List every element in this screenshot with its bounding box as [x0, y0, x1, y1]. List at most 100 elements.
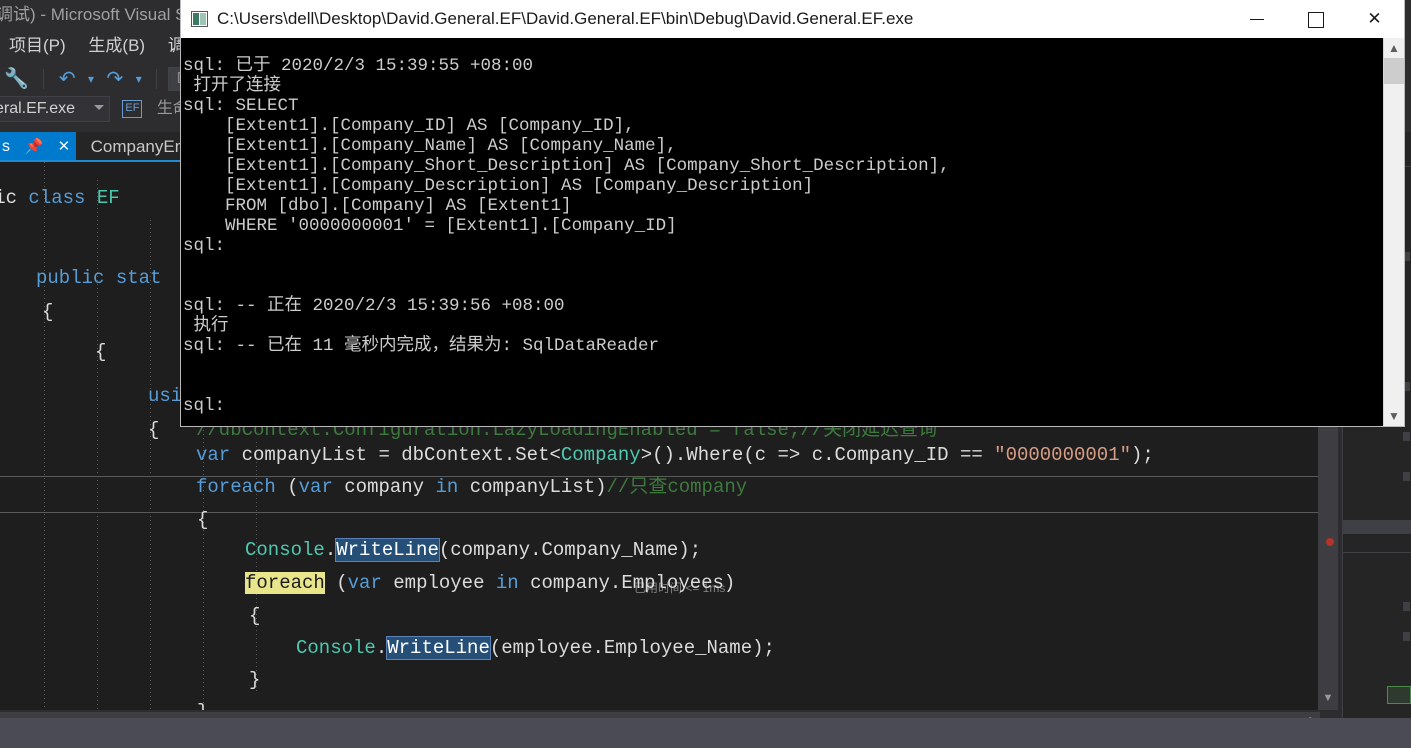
code-line: {	[148, 420, 159, 441]
scroll-down-icon[interactable]: ▼	[1318, 692, 1338, 710]
code-token: {	[148, 419, 160, 441]
code-token: (employee.Employee_Name);	[489, 637, 775, 659]
lifecycle-glyph-icon[interactable]: EF	[122, 100, 143, 118]
menu-item-project[interactable]: 项目(P)	[0, 30, 75, 62]
panel-marker	[1403, 632, 1410, 641]
code-token: var	[347, 572, 382, 594]
panel-marker	[1403, 382, 1410, 391]
menu-item-build[interactable]: 生成(B)	[79, 30, 154, 62]
code-token: stat	[115, 267, 162, 289]
code-token: companyList = dbContext.Set<	[230, 444, 561, 466]
wrench-icon[interactable]: 🔧	[4, 62, 29, 96]
code-line: Console.WriteLine(employee.Employee_Name…	[296, 636, 775, 660]
panel-band	[1343, 520, 1411, 534]
code-token: EF	[96, 187, 120, 209]
panel-marker	[1403, 432, 1410, 441]
indent-guide	[44, 162, 45, 710]
code-token: (	[324, 572, 348, 594]
console-scrollbar-thumb[interactable]	[1384, 58, 1404, 84]
panel-divider	[1343, 552, 1411, 553]
code-line: foreach (var employee in company.Employe…	[245, 572, 736, 594]
indent-guide	[97, 180, 98, 710]
close-icon: ✕	[1367, 9, 1382, 28]
panel-marker	[1403, 602, 1410, 611]
code-line: }	[197, 702, 208, 711]
code-token: company.Employees)	[518, 572, 736, 594]
console-app-icon	[191, 11, 208, 27]
code-token: in	[435, 476, 459, 498]
close-button[interactable]: ✕	[1345, 0, 1404, 38]
undo-dropdown-icon[interactable]: ▾	[88, 62, 94, 96]
code-line: {	[197, 510, 208, 531]
code-token: ublic	[0, 187, 18, 209]
console-window[interactable]: C:\Users\dell\Desktop\David.General.EF\D…	[181, 0, 1404, 426]
code-token: in	[495, 572, 519, 594]
minimize-icon	[1249, 19, 1264, 21]
code-token: {	[42, 301, 54, 323]
code-line: public stat	[36, 268, 161, 289]
selected-token: WriteLine	[335, 538, 440, 562]
screen: 调试) - Microsoft Visual S 项目(P) 生成(B) 调 🔧…	[0, 0, 1411, 748]
breakpoint-marker-icon[interactable]	[1326, 538, 1334, 546]
code-token: "0000000001"	[994, 444, 1131, 466]
code-line: }	[249, 670, 260, 691]
code-line: foreach (var company in companyList)//只查…	[196, 477, 747, 498]
startup-project-combo[interactable]: eral.EF.exe	[0, 96, 110, 122]
code-token: company	[332, 476, 436, 498]
code-token: employee	[381, 572, 496, 594]
startup-project-label: eral.EF.exe	[0, 100, 76, 117]
code-line: usi	[148, 386, 182, 407]
status-indicator-icon	[1387, 686, 1411, 704]
code-token: (company.Company_Name);	[438, 539, 702, 561]
console-title-bar[interactable]: C:\Users\dell\Desktop\David.General.EF\D…	[181, 0, 1404, 38]
redo-dropdown-icon[interactable]: ▾	[136, 62, 142, 96]
console-output-text: sql: 已于 2020/2/3 15:39:55 +08:00 打开了连接 s…	[183, 55, 950, 416]
code-token: var	[298, 476, 333, 498]
code-token: Console	[296, 637, 376, 659]
vs-title-text: 调试) - Microsoft Visual S	[0, 5, 187, 24]
code-token: usi	[148, 385, 183, 407]
tab-active-label: s	[2, 138, 10, 155]
code-token: //只查company	[606, 476, 748, 498]
selected-token: WriteLine	[386, 636, 491, 660]
code-token: .	[375, 637, 388, 659]
code-token: public	[36, 267, 116, 289]
code-line: var companyList = dbContext.Set<Company>…	[196, 445, 1154, 466]
chevron-down-icon[interactable]: ▼	[1384, 406, 1404, 426]
chevron-down-icon[interactable]	[94, 105, 104, 110]
toolbar-separator	[43, 69, 45, 89]
code-token: .	[324, 539, 337, 561]
code-line: {	[42, 302, 53, 323]
toolbar-separator-2	[156, 69, 158, 89]
code-token: companyList)	[458, 476, 607, 498]
maximize-button[interactable]	[1286, 0, 1345, 38]
pin-icon[interactable]: 📌	[24, 132, 43, 162]
code-token: );	[1131, 444, 1154, 466]
console-vertical-scrollbar[interactable]: ▲ ▼	[1383, 38, 1404, 426]
vs-status-bar	[0, 718, 1411, 748]
tab-active[interactable]: s 📌 ✕	[0, 132, 77, 162]
code-token: (	[275, 476, 299, 498]
code-line: ublic class EF	[0, 188, 120, 209]
console-title-text: C:\Users\dell\Desktop\David.General.EF\D…	[217, 9, 914, 28]
current-statement-token: foreach	[245, 572, 325, 594]
console-output-area[interactable]: sql: 已于 2020/2/3 15:39:55 +08:00 打开了连接 s…	[181, 38, 1384, 426]
code-token: Console	[245, 539, 325, 561]
code-token: }	[249, 669, 261, 691]
minimize-button[interactable]	[1227, 0, 1286, 38]
redo-icon[interactable]: ↷	[107, 62, 124, 96]
code-line: {	[95, 342, 106, 363]
code-token: Company	[560, 444, 641, 466]
code-line: {	[249, 606, 260, 627]
chevron-up-icon[interactable]: ▲	[1384, 38, 1404, 58]
maximize-icon	[1307, 11, 1324, 28]
code-token: foreach	[196, 476, 276, 498]
code-token: {	[95, 341, 107, 363]
panel-marker	[1403, 472, 1410, 481]
panel-marker	[1403, 252, 1410, 261]
undo-icon[interactable]: ↶	[59, 62, 76, 96]
close-icon[interactable]: ✕	[58, 132, 71, 162]
code-token: >().Where(c => c.Company_ID ==	[640, 444, 995, 466]
code-token: {	[249, 605, 261, 627]
indent-guide	[150, 220, 151, 710]
